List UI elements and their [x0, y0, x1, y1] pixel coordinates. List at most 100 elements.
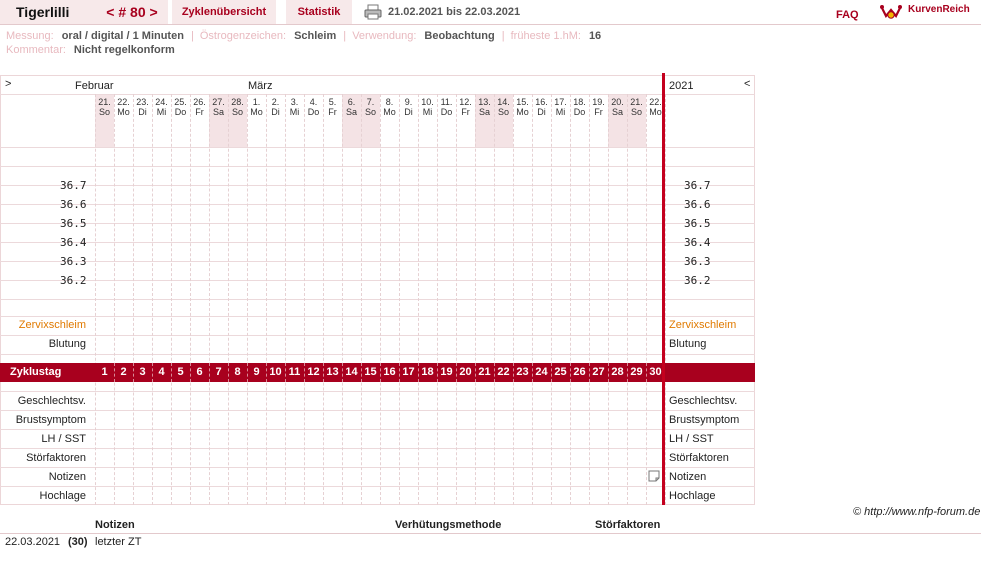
- cycle-day-separator: [570, 363, 571, 382]
- row-label-right: Brustsymptom: [669, 414, 740, 426]
- day-header: 10. Mi: [418, 97, 437, 117]
- nav-next-button[interactable]: <: [744, 78, 750, 90]
- temp-label-left: 36.7: [60, 179, 87, 192]
- day-column-line: [171, 94, 172, 505]
- note-cycle-day: (30): [68, 536, 88, 548]
- day-header: 8. Mo: [380, 97, 399, 117]
- day-column-line: [95, 94, 96, 505]
- cycle-day-separator: [494, 363, 495, 382]
- day-header: 12. Fr: [456, 97, 475, 117]
- row-label-right: Notizen: [669, 471, 707, 483]
- note-icon[interactable]: [648, 470, 660, 482]
- cycle-day-number: 10: [269, 366, 282, 378]
- temp-label-left: 36.3: [60, 255, 87, 268]
- cycle-day-separator: [133, 363, 134, 382]
- cycle-day-number: 22: [497, 366, 510, 378]
- day-header: 27. Sa: [209, 97, 228, 117]
- day-header: 26. Fr: [190, 97, 209, 117]
- day-weekday: Fr: [195, 107, 204, 117]
- day-date: 9.: [404, 97, 413, 107]
- day-date: 21.: [98, 97, 111, 107]
- day-header: 11. Do: [437, 97, 456, 117]
- cycle-day-separator: [456, 363, 457, 382]
- cycle-day-number: 17: [402, 366, 415, 378]
- day-column-line: [532, 94, 533, 505]
- day-weekday: Do: [307, 107, 320, 117]
- cycle-day-number: 29: [630, 366, 643, 378]
- row-label-right: Geschlechtsv.: [669, 395, 738, 407]
- cycle-day-separator: [532, 363, 533, 382]
- day-column-line: [589, 94, 590, 505]
- cycle-day-number: 7: [215, 366, 222, 378]
- day-weekday: Fr: [461, 107, 470, 117]
- cycle-day-separator: [247, 363, 248, 382]
- day-weekday: Mo: [383, 107, 396, 117]
- day-column-line: [551, 94, 552, 505]
- cycle-day-separator: [646, 363, 647, 382]
- cycle-day-separator: [304, 363, 305, 382]
- day-header: 22. Mo: [114, 97, 133, 117]
- cycle-day-separator: [513, 363, 514, 382]
- cycle-day-separator: [190, 363, 191, 382]
- cycle-day-number: 1: [101, 366, 108, 378]
- cycle-day-separator: [380, 363, 381, 382]
- row-label-right: LH / SST: [669, 433, 714, 445]
- day-weekday: Mo: [516, 107, 529, 117]
- day-weekday: Fr: [594, 107, 603, 117]
- day-header: 25. Do: [171, 97, 190, 117]
- day-header: 1. Mo: [247, 97, 266, 117]
- cycle-day-number: 3: [139, 366, 146, 378]
- note-date: 22.03.2021: [5, 536, 61, 548]
- day-header: 18. Do: [570, 97, 589, 117]
- cycle-day-separator: [399, 363, 400, 382]
- day-weekday: Mi: [156, 107, 167, 117]
- nav-prev-button[interactable]: >: [5, 78, 11, 90]
- cycle-day-number: 11: [288, 366, 301, 378]
- day-column-line: [361, 94, 362, 505]
- day-header: 16. Di: [532, 97, 551, 117]
- cycle-day-number: 6: [196, 366, 203, 378]
- day-date: 23.: [136, 97, 149, 107]
- day-weekday: So: [630, 107, 642, 117]
- day-date: 16.: [535, 97, 548, 107]
- day-header: 21. So: [95, 97, 114, 117]
- row-label-left: Zervixschleim: [18, 319, 86, 331]
- temp-label-right: 36.3: [684, 255, 711, 268]
- day-weekday: Di: [537, 107, 546, 117]
- cycle-day-number: 8: [234, 366, 241, 378]
- row-label-right: Störfaktoren: [669, 452, 729, 464]
- day-header: 6. Sa: [342, 97, 361, 117]
- day-header: 20. Sa: [608, 97, 627, 117]
- cycle-day-number: 9: [253, 366, 260, 378]
- copyright[interactable]: © http://www.nfp-forum.de: [853, 506, 980, 518]
- day-column-line: [665, 94, 666, 505]
- cycle-day-number: 27: [592, 366, 605, 378]
- day-weekday: Do: [573, 107, 586, 117]
- day-date: 13.: [478, 97, 491, 107]
- day-column-line: [114, 94, 115, 505]
- day-weekday: Di: [271, 107, 280, 117]
- day-weekday: Di: [404, 107, 413, 117]
- temp-label-right: 36.2: [684, 274, 711, 287]
- row-label-left: Brustsymptom: [15, 414, 86, 426]
- cycle-day-separator: [114, 363, 115, 382]
- day-weekday: Fr: [328, 107, 337, 117]
- temp-label-right: 36.6: [684, 198, 711, 211]
- cycle-day-separator: [285, 363, 286, 382]
- month-label: Februar: [75, 80, 114, 92]
- day-date: 17.: [554, 97, 567, 107]
- day-column-line: [209, 94, 210, 505]
- day-header: 14. So: [494, 97, 513, 117]
- day-weekday: Sa: [478, 107, 490, 117]
- day-column-line: [342, 94, 343, 505]
- day-column-line: [646, 94, 647, 505]
- day-weekday: Mi: [422, 107, 433, 117]
- day-weekday: So: [231, 107, 243, 117]
- day-column-line: [266, 94, 267, 505]
- day-header: 15. Mo: [513, 97, 532, 117]
- cycle-day-separator: [437, 363, 438, 382]
- day-column-line: [418, 94, 419, 505]
- temp-label-right: 36.5: [684, 217, 711, 230]
- day-header: 19. Fr: [589, 97, 608, 117]
- row-label-left: Hochlage: [39, 490, 86, 502]
